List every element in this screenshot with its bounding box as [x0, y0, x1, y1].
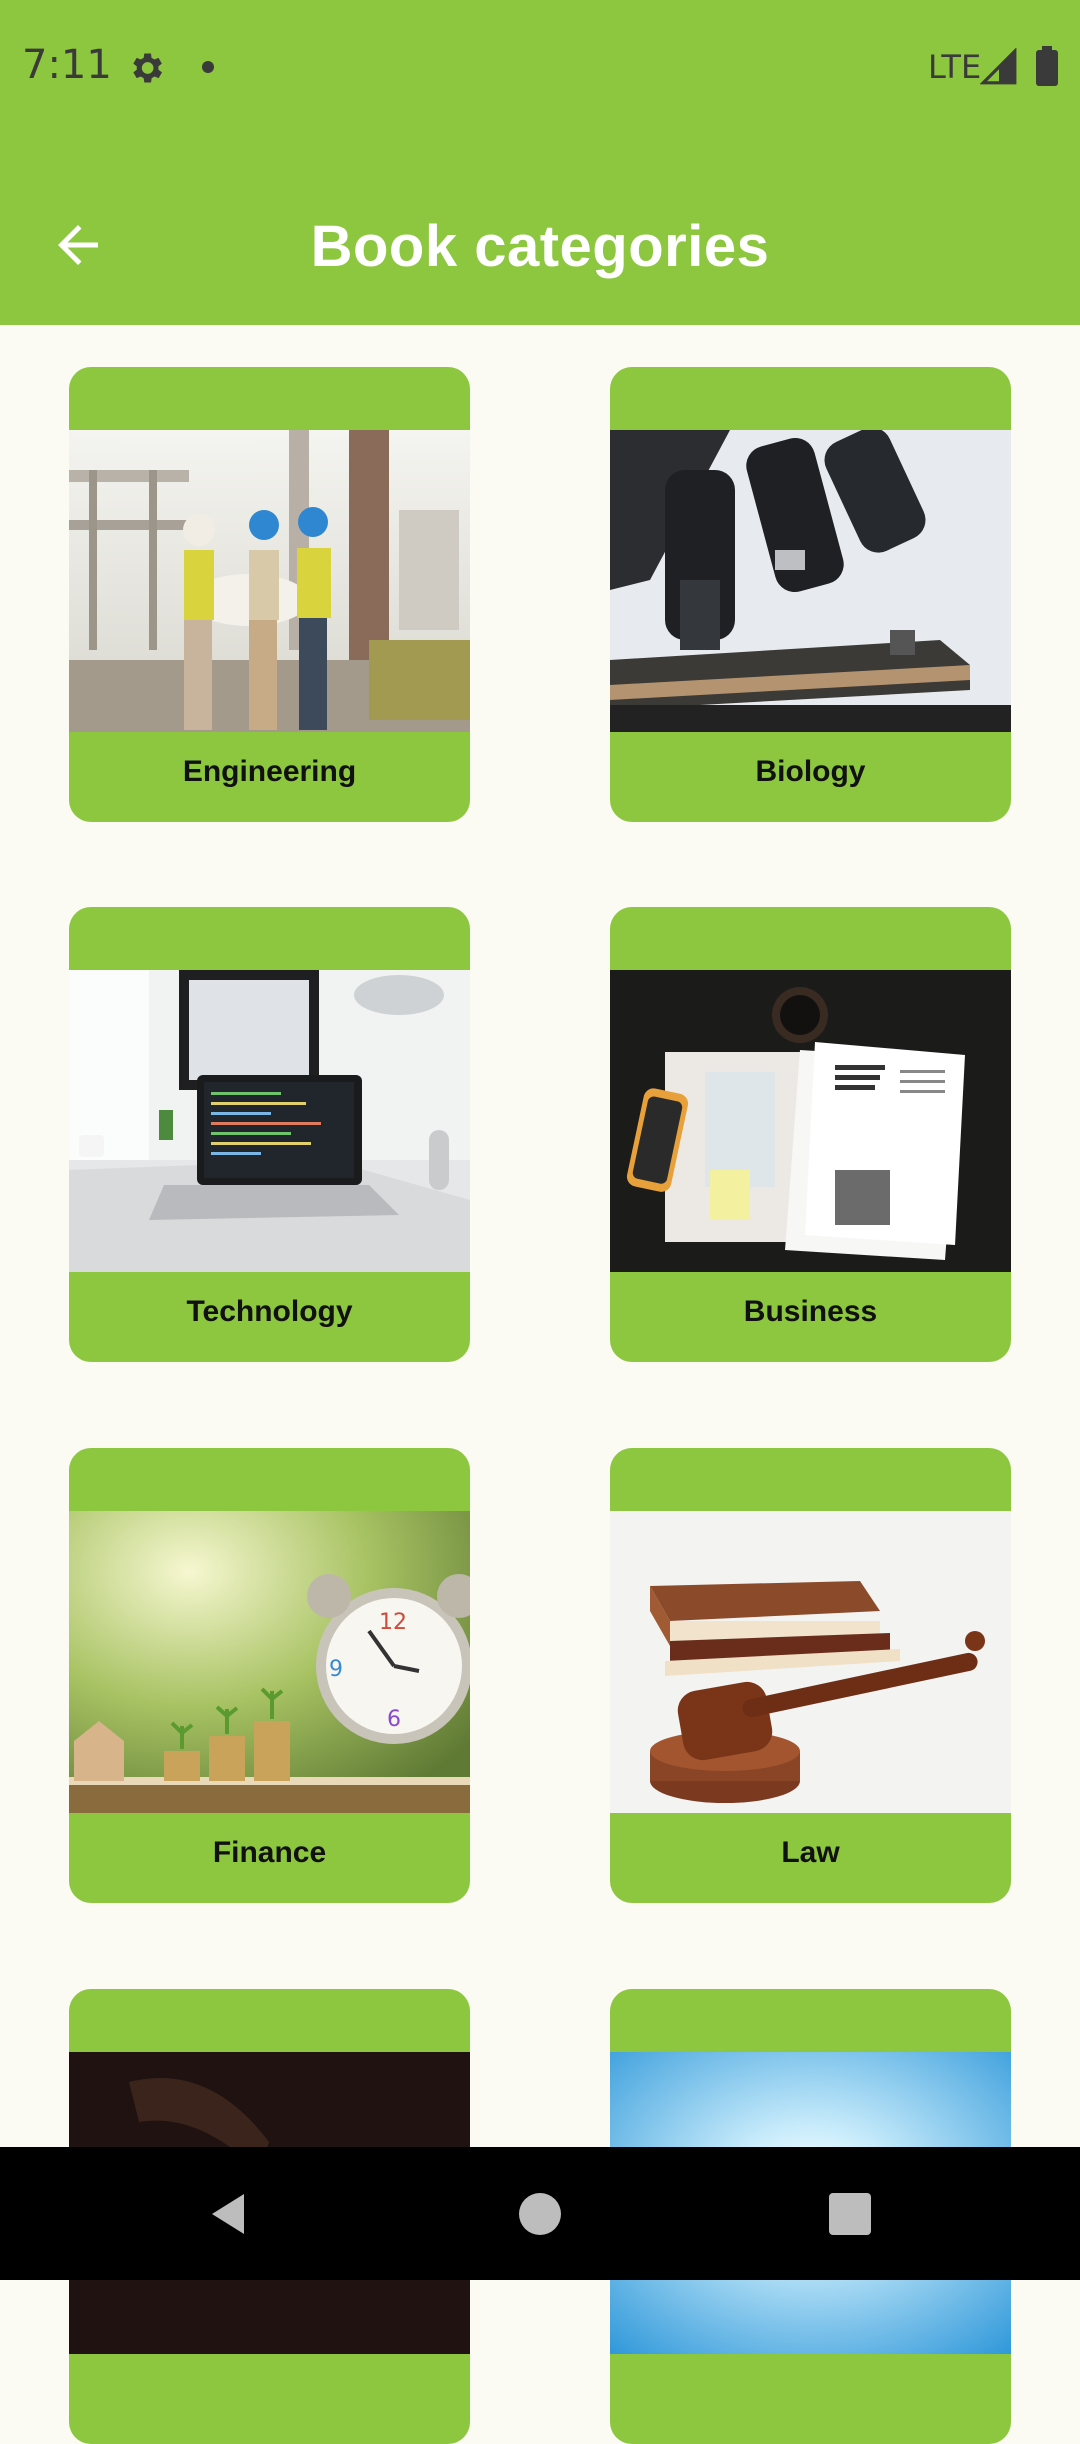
gavel-and-books-photo — [610, 1511, 1011, 1813]
network-type: LTE — [928, 48, 982, 86]
page-title: Book categories — [310, 214, 770, 279]
nav-back-icon[interactable] — [204, 2189, 252, 2239]
settings-gear-icon — [133, 53, 162, 83]
category-card-law[interactable]: Law — [610, 1448, 1011, 1903]
tax-forms-and-calculator-photo — [610, 970, 1011, 1272]
category-label: Business — [743, 1295, 878, 1328]
engineers-with-blueprint-photo — [69, 430, 470, 732]
category-card-engineering[interactable]: Engineering — [69, 367, 470, 822]
app-bar: Book categories — [0, 135, 1080, 325]
battery-icon — [1036, 46, 1058, 86]
alarm-clock-and-coins-photo: 12 9 6 — [69, 1511, 470, 1813]
svg-text:9: 9 — [329, 1657, 343, 1682]
nav-home-icon[interactable] — [519, 2193, 561, 2235]
category-label: Engineering — [182, 755, 357, 788]
notification-dot-icon — [202, 61, 214, 73]
category-card-technology[interactable]: Technology — [69, 907, 470, 1362]
microscope-photo — [610, 430, 1011, 732]
category-card-biology[interactable]: Biology — [610, 367, 1011, 822]
svg-text:12: 12 — [379, 1610, 407, 1635]
category-label: Law — [781, 1836, 840, 1869]
category-label: Finance — [212, 1836, 327, 1869]
status-bar: 7:11 LTE — [0, 0, 1080, 135]
category-card-business[interactable]: Business — [610, 907, 1011, 1362]
category-label: Biology — [755, 755, 866, 788]
status-time: 7:11 — [22, 42, 112, 88]
system-nav-bar — [0, 2147, 1080, 2280]
svg-text:6: 6 — [387, 1707, 401, 1732]
laptop-on-desk-photo — [69, 970, 470, 1272]
category-card-finance[interactable]: 12 9 6 Finance — [69, 1448, 470, 1903]
signal-icon — [980, 48, 1017, 85]
category-label: Technology — [186, 1295, 353, 1328]
nav-recents-icon[interactable] — [829, 2193, 871, 2235]
